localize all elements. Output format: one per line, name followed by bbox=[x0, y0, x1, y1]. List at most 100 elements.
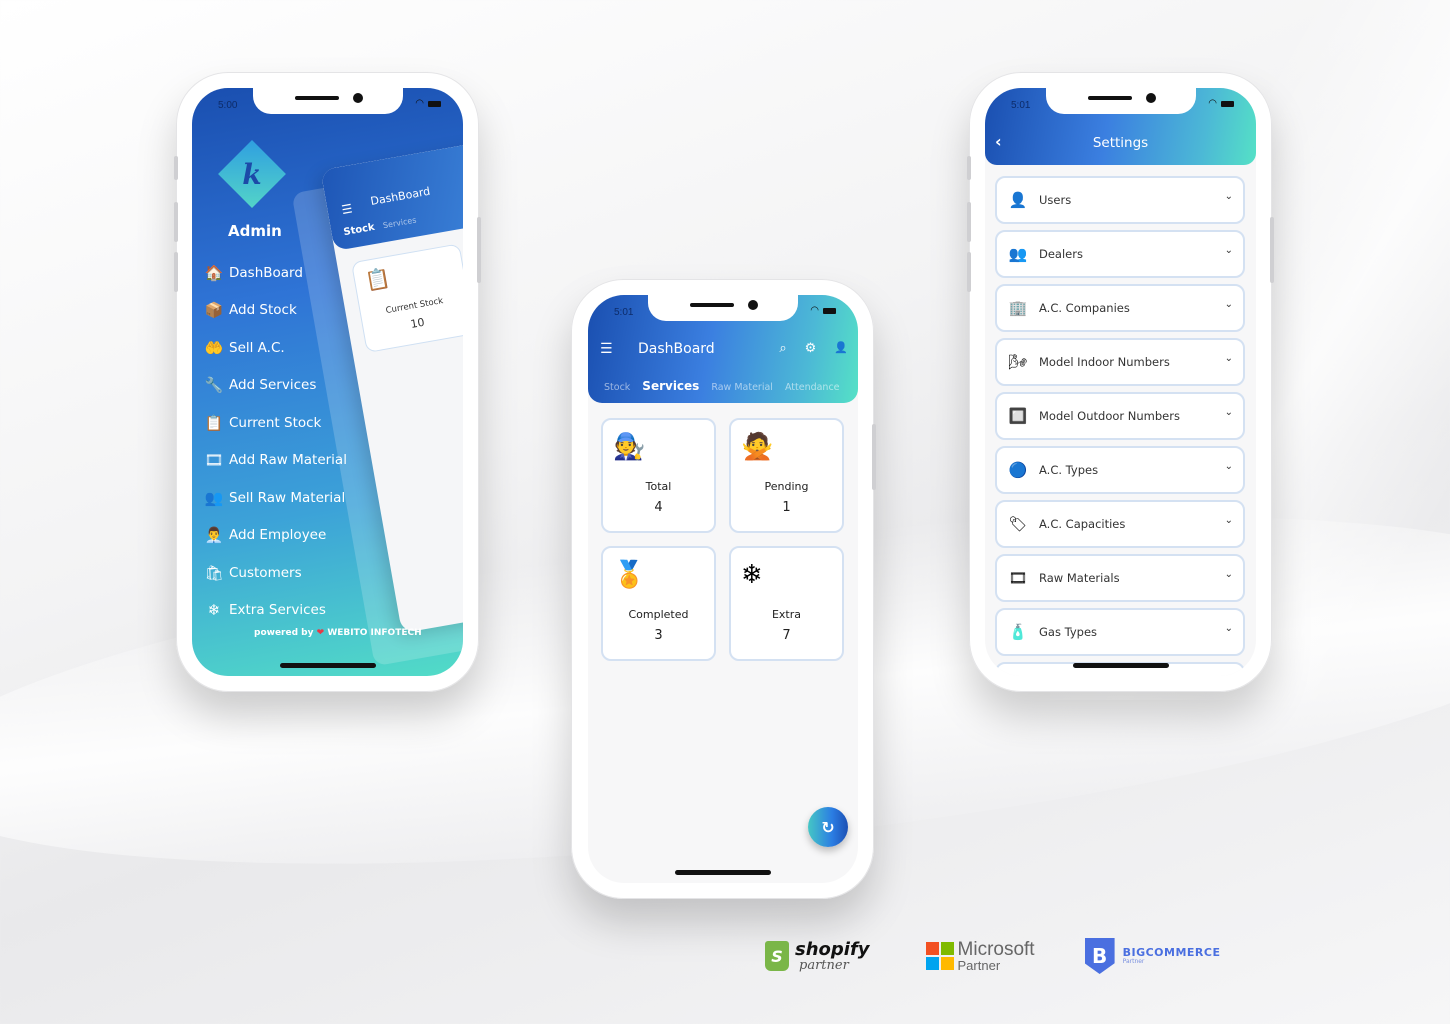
tab-attendance[interactable]: Attendance bbox=[785, 382, 840, 393]
chevron-down-icon: ⌄ bbox=[1224, 353, 1233, 364]
page-title: DashBoard bbox=[638, 341, 715, 357]
drawer-item-dashboard[interactable]: 🏠 DashBoard bbox=[203, 254, 347, 292]
current-stock-card[interactable]: 📋 Current Stock 10 bbox=[350, 243, 463, 354]
menu-icon[interactable]: ☰ bbox=[600, 341, 613, 357]
refresh-button[interactable]: ↻ bbox=[808, 807, 848, 847]
tab-raw-material[interactable]: Raw Material bbox=[711, 382, 773, 393]
battery-icon bbox=[428, 100, 441, 107]
card-completed[interactable]: 🏅 Completed 3 bbox=[601, 546, 716, 661]
partner-logos: S shopify partner Microsoft Partner B BI… bbox=[765, 938, 1221, 974]
customer-icon: 🛍 bbox=[204, 563, 224, 582]
microsoft-square bbox=[940, 942, 954, 955]
ac-unit-icon: ❄ bbox=[741, 560, 763, 590]
settings-item-users[interactable]: 👤 Users ⌄ bbox=[995, 176, 1245, 224]
drawer-item-add-raw-material[interactable]: 🎞 Add Raw Material bbox=[203, 442, 347, 480]
outdoor-unit-icon: 🔲 bbox=[1008, 407, 1028, 425]
user-icon[interactable]: 👤 bbox=[834, 341, 848, 356]
chevron-down-icon: ⌄ bbox=[1224, 245, 1233, 256]
drawer-item-extra-services[interactable]: ❄ Extra Services bbox=[203, 592, 347, 630]
phone-dashboard: ☰ DashBoard ⌕ ⚙ 👤 Stock Services Raw Mat… bbox=[571, 279, 876, 899]
settings-item-ac-companies[interactable]: 🏢 A.C. Companies ⌄ bbox=[995, 284, 1245, 332]
user-icon: 👤 bbox=[1008, 191, 1028, 209]
notch bbox=[1045, 88, 1196, 114]
drawer-item-add-employee[interactable]: 👨‍💼 Add Employee bbox=[203, 517, 347, 555]
card-pending[interactable]: 🙅 Pending 1 bbox=[729, 418, 844, 533]
dashboard-screen: ☰ DashBoard ⌕ ⚙ 👤 Stock Services Raw Mat… bbox=[588, 295, 858, 883]
boxes-icon: 📦 bbox=[204, 301, 224, 320]
settings-item-ac-capacities[interactable]: 🏷 A.C. Capacities ⌄ bbox=[995, 500, 1245, 548]
reel-icon: 🎞 bbox=[204, 451, 224, 470]
indoor-unit-icon: 🌬 bbox=[1008, 353, 1028, 371]
settings-screen: ‹ Settings 5:01 ◠ 👤 Users ⌄ 👥 Dealers ⌄ 🏢 A.C… bbox=[985, 88, 1256, 676]
phone-side-button bbox=[967, 202, 971, 242]
card-value: 7 bbox=[782, 628, 791, 643]
wifi-icon: ◠ bbox=[810, 305, 819, 316]
peek-tab-stock[interactable]: Stock bbox=[343, 222, 376, 238]
status-icons: ◠ bbox=[415, 98, 441, 109]
microsoft-square bbox=[940, 957, 954, 970]
shopify-bag-icon: S bbox=[765, 941, 789, 971]
notch bbox=[648, 295, 798, 321]
tab-services[interactable]: Services bbox=[642, 379, 699, 393]
building-icon: 🏢 bbox=[1008, 299, 1028, 317]
tag-icon: 🏷 bbox=[1008, 515, 1028, 533]
drawer-item-add-services[interactable]: 🔧 Add Services bbox=[203, 367, 347, 405]
drawer-item-sell-ac[interactable]: 🤲 Sell A.C. bbox=[203, 329, 347, 367]
app-logo: k bbox=[218, 140, 286, 208]
phone-admin-drawer: 5:00 ◠ ☰ DashBoard Stock Services 📋 Curr… bbox=[174, 72, 481, 692]
status-icons: ◠ bbox=[1208, 98, 1234, 109]
settings-item-model-indoor[interactable]: 🌬 Model Indoor Numbers ⌄ bbox=[995, 338, 1245, 386]
settings-list: 👤 Users ⌄ 👥 Dealers ⌄ 🏢 A.C. Companies ⌄ 🌬 Mode… bbox=[995, 176, 1245, 676]
chevron-down-icon: ⌄ bbox=[1224, 407, 1233, 418]
card-extra[interactable]: ❄ Extra 7 bbox=[729, 546, 844, 661]
peek-tab-services[interactable]: Services bbox=[382, 216, 417, 231]
card-label: Total bbox=[645, 480, 672, 493]
card-value: 3 bbox=[654, 628, 663, 643]
page-title: Settings bbox=[1092, 135, 1149, 151]
heart-icon: ❤ bbox=[316, 628, 325, 638]
card-label: Completed bbox=[628, 608, 689, 621]
drawer-menu: 🏠 DashBoard 📦 Add Stock 🤲 Sell A.C. 🔧 Add Se… bbox=[203, 254, 347, 629]
dealers-icon: 👥 bbox=[1008, 245, 1028, 263]
chevron-down-icon: ⌄ bbox=[1224, 569, 1233, 580]
card-value: 4 bbox=[654, 500, 663, 515]
status-time: 5:00 bbox=[218, 100, 238, 111]
ac-type-icon: 🔵 bbox=[1008, 461, 1028, 479]
phone-side-button bbox=[174, 202, 178, 242]
gas-cylinder-icon: 🧴 bbox=[1008, 623, 1028, 641]
pending-person-icon: 🙅 bbox=[741, 432, 774, 462]
drawer-item-add-stock[interactable]: 📦 Add Stock bbox=[203, 292, 347, 330]
home-indicator bbox=[1072, 663, 1169, 668]
search-icon[interactable]: ⌕ bbox=[779, 341, 786, 356]
people-exchange-icon: 👥 bbox=[204, 488, 224, 507]
home-indicator bbox=[675, 870, 771, 875]
settings-item-raw-materials[interactable]: 🎞 Raw Materials ⌄ bbox=[995, 554, 1245, 602]
battery-icon bbox=[1221, 100, 1234, 107]
phone-side-button bbox=[967, 252, 971, 292]
bigcommerce-partner-logo: B BIGCOMMERCE Partner bbox=[1084, 938, 1221, 974]
drawer-item-customers[interactable]: 🛍 Customers bbox=[203, 554, 347, 592]
house-icon: 🏠 bbox=[204, 263, 224, 282]
card-value: 1 bbox=[782, 500, 791, 515]
phone-side-button bbox=[477, 217, 481, 283]
header-actions: ⌕ ⚙ 👤 bbox=[779, 341, 848, 356]
card-total[interactable]: 🧑‍🔧 Total 4 bbox=[601, 418, 716, 533]
tab-stock[interactable]: Stock bbox=[604, 382, 630, 393]
card-label: Extra bbox=[771, 608, 802, 621]
settings-item-model-outdoor[interactable]: 🔲 Model Outdoor Numbers ⌄ bbox=[995, 392, 1245, 440]
phone-side-button bbox=[872, 424, 876, 490]
shopify-partner-logo: S shopify partner bbox=[765, 940, 870, 972]
status-icons: ◠ bbox=[810, 305, 836, 316]
drawer-item-sell-raw-material[interactable]: 👥 Sell Raw Material bbox=[203, 479, 347, 517]
peek-title: DashBoard bbox=[369, 184, 432, 208]
tools-icon: 🔧 bbox=[204, 376, 224, 395]
powered-by: powered by ❤ WEBITO INFOTECH bbox=[254, 628, 422, 638]
home-indicator bbox=[279, 663, 376, 668]
drawer-item-current-stock[interactable]: 📋 Current Stock bbox=[203, 404, 347, 442]
microsoft-windows-icon bbox=[925, 942, 954, 970]
gear-icon[interactable]: ⚙ bbox=[805, 341, 817, 356]
status-time: 5:01 bbox=[1011, 100, 1031, 111]
settings-item-ac-types[interactable]: 🔵 A.C. Types ⌄ bbox=[995, 446, 1245, 494]
settings-item-dealers[interactable]: 👥 Dealers ⌄ bbox=[995, 230, 1245, 278]
settings-item-gas-types[interactable]: 🧴 Gas Types ⌄ bbox=[995, 608, 1245, 656]
